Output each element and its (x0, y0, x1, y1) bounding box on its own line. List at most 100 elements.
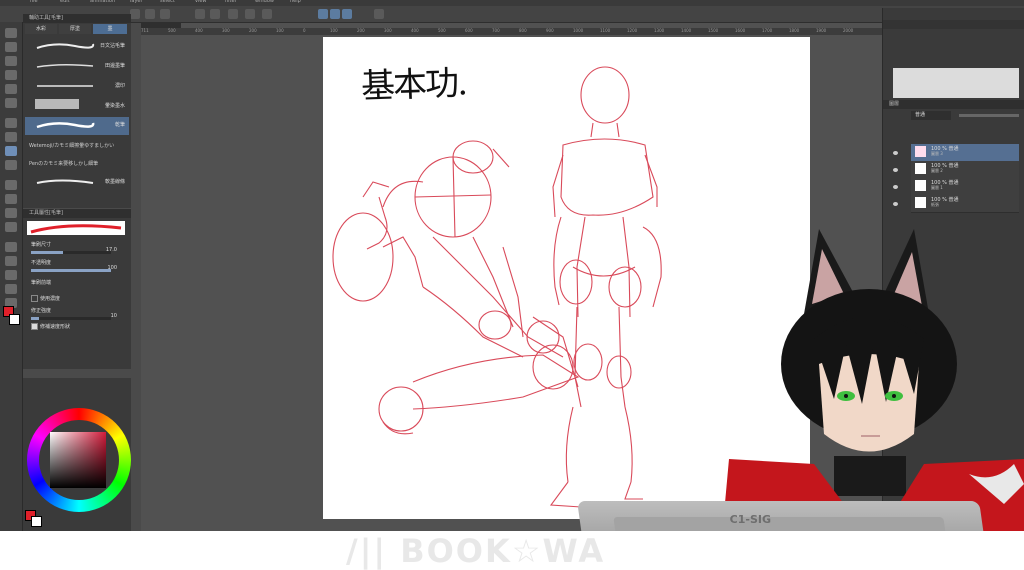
balloon-tool-icon[interactable] (5, 284, 17, 294)
layer-row[interactable]: 100 % 普通 圖層 2 (911, 161, 1019, 179)
frame-tool-icon[interactable] (5, 256, 17, 266)
vector-snap-checkbox[interactable] (31, 323, 38, 330)
brush-item[interactable]: 暈染墨水 (25, 98, 129, 116)
stabilize-slider[interactable] (31, 317, 111, 320)
subtool-panel: 輔助工具[毛筆] 水彩 厚塗 墨 日文沾毛筆 田邊墨筆 濃印 暈染墨水 乾筆 W… (23, 14, 131, 208)
tab-thick-paint[interactable]: 厚塗 (59, 24, 91, 34)
brush-item[interactable]: 濃印 (25, 78, 129, 96)
open-file-icon[interactable] (145, 9, 155, 19)
operation-tool-icon[interactable] (5, 56, 17, 66)
navigator-header (883, 20, 1024, 29)
eyedropper-tool-icon[interactable] (5, 98, 17, 108)
menu-help[interactable]: help (290, 0, 301, 4)
tablet-screen (613, 517, 951, 531)
brush-size-slider[interactable] (31, 251, 111, 254)
brush-stroke-preview (36, 43, 95, 49)
vector-snap-row[interactable]: 修補速度形狀 (31, 323, 70, 330)
blend-tool-icon[interactable] (5, 194, 17, 204)
brush-item[interactable]: Wetemoji/カモミ細擦暈ゆすましかい (25, 136, 129, 154)
tablet-brand-label: C1-SIG (729, 513, 772, 526)
opacity-value[interactable]: 100 (107, 265, 117, 271)
eye-icon[interactable] (893, 185, 898, 189)
brush-item[interactable]: 田邊墨筆 (25, 58, 129, 76)
save-icon[interactable] (160, 9, 170, 19)
ruler-tick-label: 300 (222, 28, 230, 33)
ruler-tick-label: 1200 (627, 28, 638, 33)
menu-animation[interactable]: animation (90, 0, 115, 4)
brush-label: 軟墨線條 (104, 179, 125, 185)
clear-icon[interactable] (228, 9, 238, 19)
brush-size-label: 筆刷尺寸 (31, 242, 52, 248)
snap-special-ruler-icon[interactable] (330, 9, 340, 19)
ruler-tick-label: 400 (195, 28, 203, 33)
new-file-icon[interactable] (130, 9, 140, 19)
transform-icon[interactable] (262, 9, 272, 19)
saturation-value-square[interactable] (50, 432, 106, 488)
menu-file[interactable]: file (30, 0, 38, 4)
menu-filter[interactable]: filter (225, 0, 237, 4)
auto-select-tool-icon[interactable] (5, 84, 17, 94)
ruler-tick-label: 100 (276, 28, 284, 33)
ruler-tick-label: 1700 (762, 28, 773, 33)
secondary-color-swatch[interactable] (31, 516, 42, 527)
menu-window[interactable]: window (255, 0, 274, 4)
undo-icon[interactable] (195, 9, 205, 19)
brush-preview (27, 221, 125, 235)
layer-row[interactable]: 100 % 普通 圖層 3 (911, 144, 1019, 162)
menu-view[interactable]: view (195, 0, 207, 4)
eye-icon[interactable] (893, 168, 898, 172)
blend-mode-select[interactable]: 普通 (911, 111, 951, 120)
layer-row[interactable]: 100 % 普通 圖層 1 (911, 178, 1019, 196)
layer-opacity-slider[interactable] (959, 114, 1019, 117)
tab-ink[interactable]: 墨 (93, 24, 127, 34)
sub-color-swatch[interactable] (9, 314, 20, 325)
anti-alias-checkbox[interactable] (31, 295, 38, 302)
eye-icon[interactable] (893, 151, 898, 155)
navigator-preview[interactable] (893, 68, 1019, 98)
opacity-slider[interactable] (31, 269, 111, 272)
fill-tool-icon[interactable] (5, 208, 17, 218)
pencil-tool-icon[interactable] (5, 132, 17, 142)
drawing-tablet: C1-SIG (577, 501, 989, 531)
ruler-tick-label: 1300 (654, 28, 665, 33)
gradient-tool-icon[interactable] (5, 222, 17, 232)
brush-item-selected[interactable]: 乾筆 (25, 117, 129, 135)
ruler-tick-label: 200 (249, 28, 257, 33)
layer-name: 圖層 1 (931, 185, 943, 190)
menu-layer[interactable]: layer (130, 0, 143, 4)
airbrush-tool-icon[interactable] (5, 160, 17, 170)
eraser-tool-icon[interactable] (5, 180, 17, 190)
brush-size-value[interactable]: 17.0 (106, 247, 117, 253)
fill-icon[interactable] (245, 9, 255, 19)
tab-watercolor[interactable]: 水彩 (25, 24, 57, 34)
stabilize-value[interactable]: 10 (111, 313, 117, 319)
text-tool-icon[interactable] (5, 270, 17, 280)
brush-item[interactable]: 軟墨線條 (25, 174, 129, 192)
ruler-tick-label: 600 (465, 28, 473, 33)
brush-stroke-preview (36, 122, 95, 129)
zoom-tool-icon[interactable] (5, 28, 17, 38)
move-tool-icon[interactable] (5, 42, 17, 52)
ruler-tick-label: 1900 (816, 28, 827, 33)
brush-item[interactable]: 日文沾毛筆 (25, 38, 129, 56)
horizontal-ruler: 711 500 400 300 200 100 0 100 200 300 400 500 600 700… (141, 28, 882, 35)
layer-thumbnail (915, 180, 926, 191)
snap-ruler-icon[interactable] (318, 9, 328, 19)
ruler-tick-label: 800 (519, 28, 527, 33)
snap-grid-icon[interactable] (342, 9, 352, 19)
ruler-tick-label: 2000 (843, 28, 854, 33)
tool-property-panel: 工具屬性[毛筆] 筆刷尺寸 17.0 不透明度 100 筆刷前端 使用濃度 修正… (23, 209, 131, 369)
brush-item[interactable]: Penのカモミ来要移しかし細筆 (25, 154, 129, 172)
anti-alias-row[interactable]: 使用濃度 (31, 295, 60, 302)
brush-stroke-preview (36, 63, 94, 68)
menu-select[interactable]: select (160, 0, 175, 4)
layer-row[interactable]: 100 % 普通 紙張 (911, 195, 1019, 213)
selection-tool-icon[interactable] (5, 70, 17, 80)
brush-tool-icon[interactable] (5, 146, 17, 156)
redo-icon[interactable] (210, 9, 220, 19)
eye-icon[interactable] (893, 202, 898, 206)
pen-tool-icon[interactable] (5, 118, 17, 128)
figure-tool-icon[interactable] (5, 242, 17, 252)
menu-edit[interactable]: edit (60, 0, 70, 4)
settings-icon[interactable] (374, 9, 384, 19)
